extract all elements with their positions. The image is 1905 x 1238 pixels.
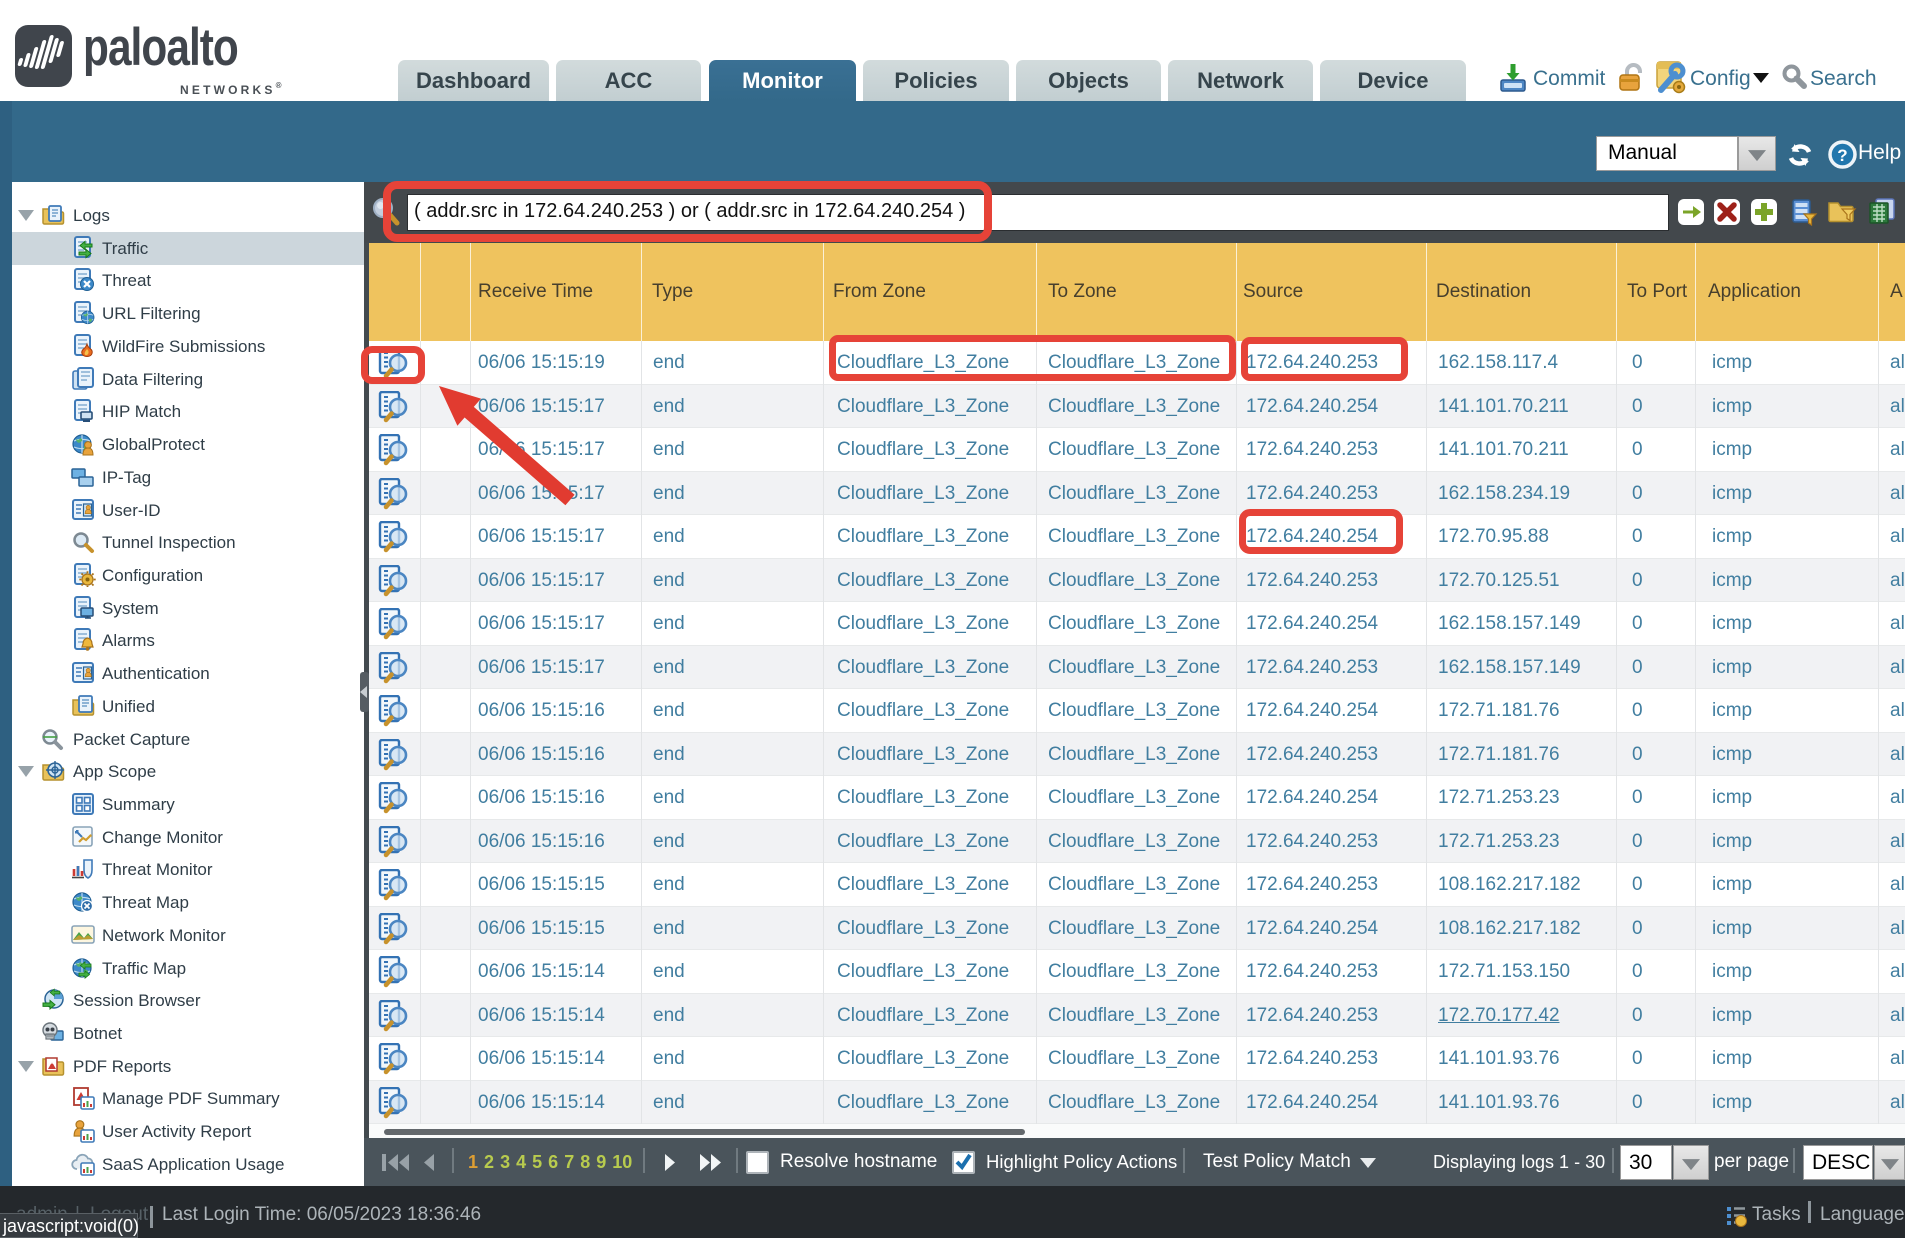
- svg-text:?: ?: [1837, 146, 1847, 165]
